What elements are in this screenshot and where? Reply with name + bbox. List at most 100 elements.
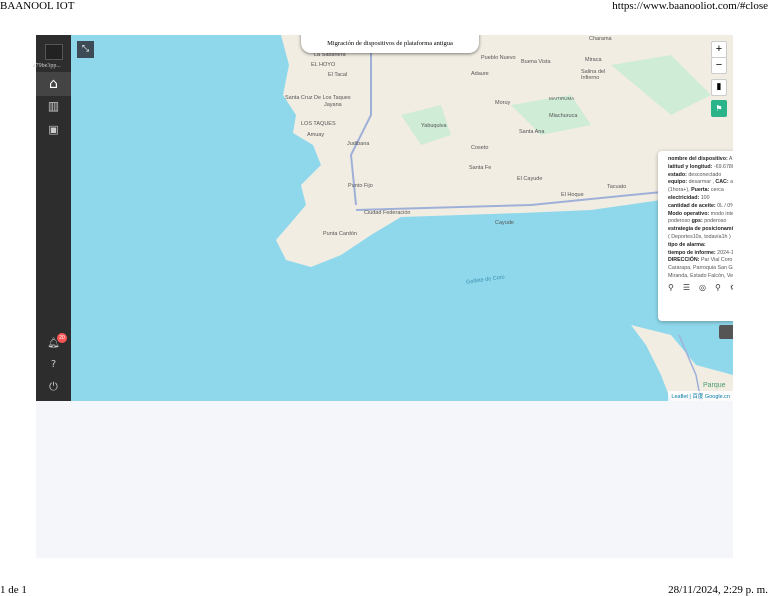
map-label: Pueblo Nuevo: [481, 55, 516, 61]
avatar[interactable]: [45, 44, 63, 60]
print-url: https://www.baanooliot.com/#close: [612, 0, 768, 12]
map-attribution[interactable]: Leaflet | 百度 Google.cn: [668, 391, 733, 401]
map-label: El Tacal: [328, 72, 348, 78]
sidebar: a79be3pp... ⌂ ▥ ▣ 🔔︎ 20 ? ⏻: [33, 35, 71, 401]
popup-value: poderoso: [702, 218, 727, 225]
map-label: Cayude: [495, 220, 514, 226]
map-label: Coseto: [471, 145, 489, 151]
location-icon[interactable]: ⚲: [668, 283, 674, 292]
popup-row: ( Deportes10s, todavía1h ): [668, 234, 733, 242]
popup-row: estrategia de posicionamiento: m: [668, 226, 733, 234]
popup-value: (1hora+),: [668, 187, 692, 194]
map-label: Judibana: [347, 141, 370, 147]
app: a79be3pp... ⌂ ▥ ▣ 🔔︎ 20 ? ⏻ La Sabanera …: [33, 35, 733, 558]
popup-key: nombre del dispositivo:: [668, 156, 728, 162]
popup-value: -69.678033,11.51: [713, 163, 733, 170]
zoom-in-button[interactable]: +: [711, 41, 727, 58]
geofence-icon[interactable]: ⚲: [715, 283, 721, 292]
map-label: Punto Fijo: [348, 183, 373, 189]
map-tiles: [276, 35, 733, 401]
popup-row: tipo de alarma:: [668, 242, 733, 250]
map-label: Miachuruca: [549, 113, 578, 119]
map-label: Charama: [589, 36, 612, 42]
map-label: EL HOYO: [311, 62, 336, 68]
map-label: MAITIRUMA: [549, 96, 575, 101]
power-icon[interactable]: ⏻: [36, 380, 71, 394]
popup-row: DIRECCIÓN: Par Vial Coro - Punto F: [668, 257, 733, 265]
map-label: Amuay: [307, 132, 325, 138]
popup-key: cantidad de aceite:: [668, 202, 716, 209]
popup-key: Modo operativo:: [668, 210, 710, 217]
popup-value: Par Vial Coro - Punto F: [700, 257, 733, 264]
popup-key: tiempo de informe:: [668, 249, 716, 256]
device-popup: nombre del dispositivo: A79BE3P latitud y…: [658, 151, 733, 321]
map-label: Miraca: [585, 57, 602, 63]
map-label: Ciudad Federación: [364, 210, 411, 216]
popup-value: ( Deportes10s, todavía1h ): [668, 233, 731, 240]
popup-key: equipo:: [668, 179, 688, 186]
print-page: 1 de 1: [0, 584, 27, 596]
settings-list-icon[interactable]: ☰: [683, 283, 690, 292]
map-label: Santa Fe: [469, 165, 492, 171]
popup-key: estado:: [668, 171, 687, 178]
statistics-icon[interactable]: ▥: [36, 99, 71, 113]
apps-icon[interactable]: ▣: [36, 123, 71, 136]
map-label: Parque: [703, 382, 726, 389]
popup-row: latitud y longitud: -69.678033,11.51: [668, 164, 733, 172]
map-label: El Cayude: [517, 176, 543, 182]
map-label: Santa Cruz De Los Taques: [285, 95, 351, 101]
map-label: Moruy: [495, 100, 511, 106]
popup-value: cerca: [709, 187, 724, 194]
flag-icon[interactable]: ⚑: [711, 100, 727, 117]
help-icon[interactable]: ?: [36, 359, 71, 370]
popup-value: desarmar ,: [687, 179, 716, 186]
popup-row: Cararapa, Parroquia San Gabriel, Mu: [668, 265, 733, 273]
popup-value: poderoso: [668, 218, 692, 225]
truck-icon[interactable]: [719, 325, 733, 339]
popup-value: 0L / 0%: [717, 202, 733, 209]
print-datetime: 28/11/2024, 2:29 p. m.: [668, 584, 768, 596]
popup-row: poderoso gps: poderoso: [668, 218, 733, 226]
map-label: Punta Cardón: [323, 231, 357, 237]
popup-row: estado: desconectado: [668, 172, 733, 180]
map-label: Yabuquiva: [421, 123, 447, 129]
zoom-out-button[interactable]: −: [711, 57, 727, 74]
popup-value: desconectado: [686, 171, 722, 178]
map[interactable]: La Sabanera EL HOYO El Tacal Santa Cruz …: [71, 35, 733, 401]
banner[interactable]: Migración de dispositivos de plataforma …: [301, 35, 479, 53]
map-label: Adaure: [471, 71, 489, 77]
map-label: Tacuato: [607, 184, 627, 190]
popup-row: Modo operativo: modo inteligente g: [668, 211, 733, 219]
popup-row: equipo: desarmar , CAC: abierto: [668, 179, 733, 187]
popup-row: Miranda, Estado Falcón, Venezuela: [668, 273, 733, 281]
map-label: El Hoque: [561, 192, 584, 198]
popup-key: tipo de alarma:: [668, 241, 706, 248]
fullscreen-button[interactable]: ⤡: [77, 41, 94, 58]
popup-value: modo inteligente g: [710, 210, 733, 217]
print-title: BAANOOL IOT: [0, 0, 75, 12]
popup-key: latitud y longitud:: [668, 163, 713, 170]
popup-value: Cararapa, Parroquia San Gabriel, Mu: [668, 265, 733, 272]
popup-row: cantidad de aceite: 0L / 0%: [668, 203, 733, 211]
map-label: LOS TAQUES: [301, 121, 336, 127]
playback-icon[interactable]: ◎: [699, 283, 706, 292]
popup-key: DIRECCIÓN:: [668, 257, 700, 264]
map-label: Santa Ana: [519, 129, 545, 135]
map-label: Jayana: [324, 102, 342, 108]
alarm-badge: 20: [57, 333, 67, 343]
popup-value: 100: [699, 194, 710, 201]
map-label: Salina del Infierno: [581, 69, 606, 81]
popup-key: CAC:: [715, 179, 729, 186]
popup-key: Puerta:: [691, 187, 710, 194]
gear-icon[interactable]: ⚙: [730, 283, 733, 292]
popup-row: (1hora+), Puerta: cerca: [668, 187, 733, 195]
map-layer-icon[interactable]: ▮: [711, 79, 727, 96]
popup-value: Miranda, Estado Falcón, Venezuela: [668, 272, 733, 279]
popup-value: 2024-11-28 13:5: [717, 249, 733, 256]
popup-row: electricidad: 100: [668, 195, 733, 203]
user-name: a79be3pp...: [33, 63, 61, 69]
popup-value: abierto: [730, 179, 733, 186]
map-label: Buena Vista: [521, 59, 551, 65]
popup-value: A79BE3P: [728, 156, 733, 162]
home-icon[interactable]: ⌂: [36, 72, 71, 96]
